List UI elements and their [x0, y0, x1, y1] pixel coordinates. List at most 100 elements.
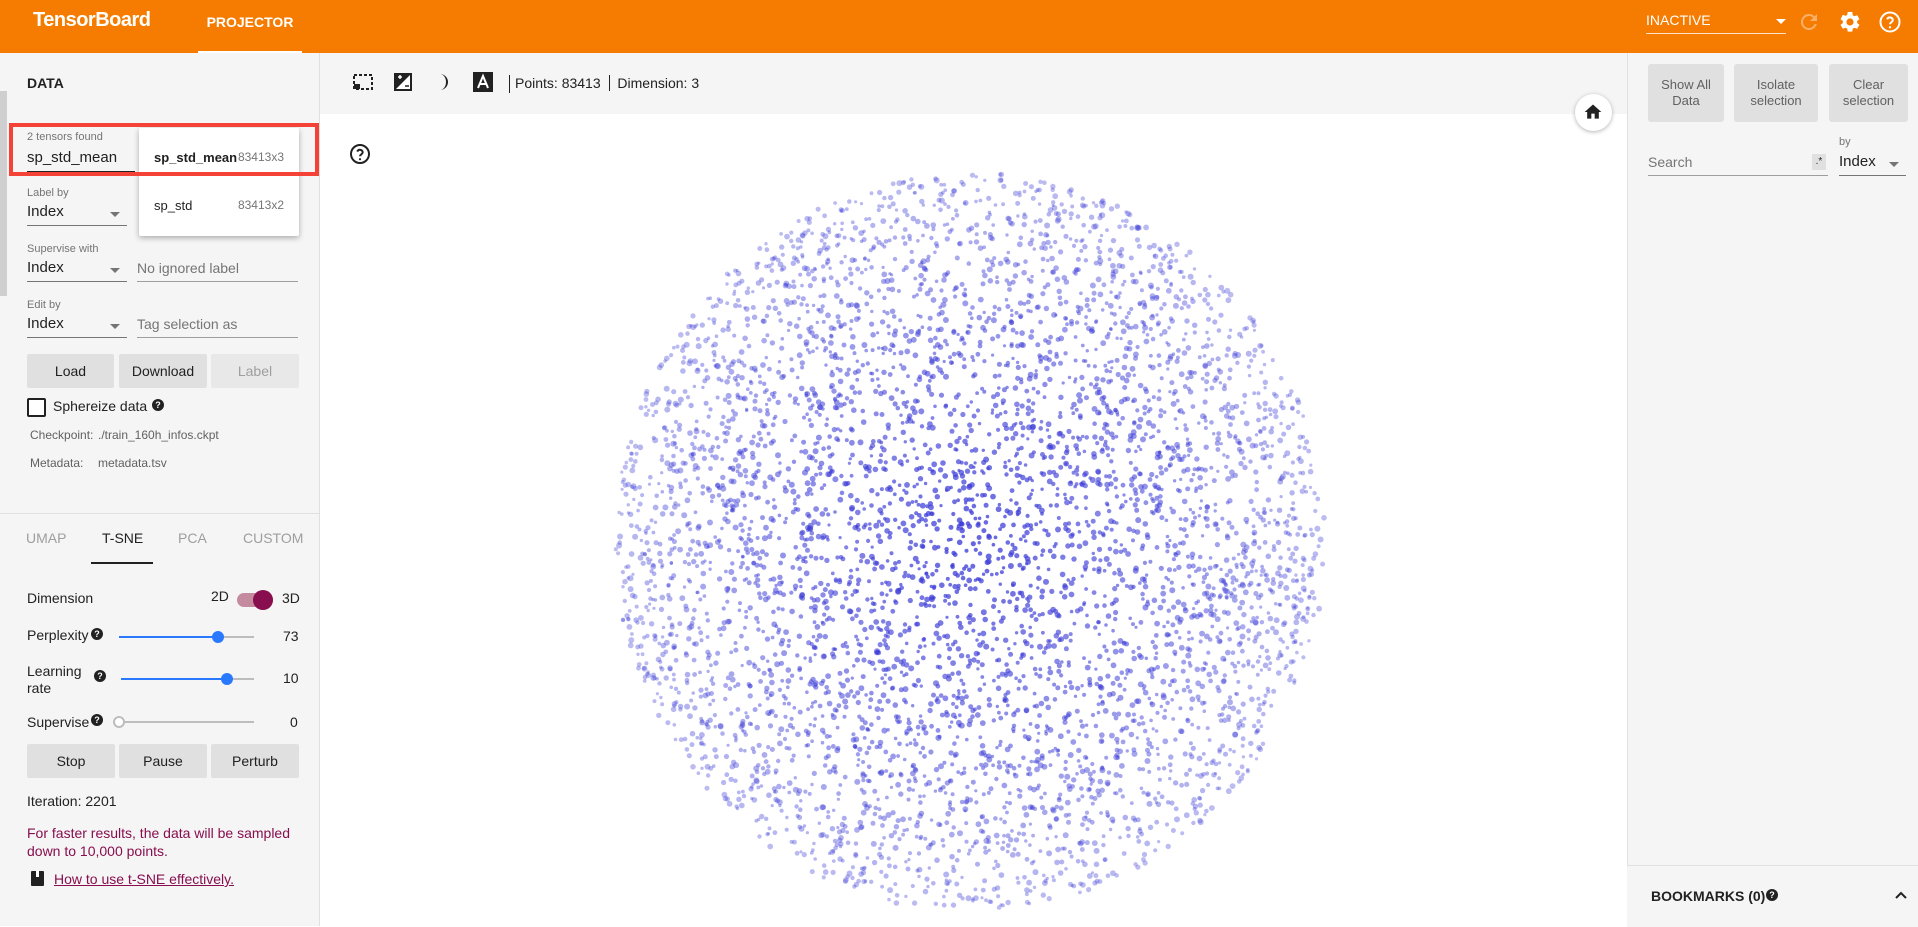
scatter-point — [970, 355, 975, 359]
label-by-select[interactable]: Index — [27, 201, 127, 226]
scatter-point — [637, 501, 643, 507]
scatter-point — [1185, 486, 1191, 492]
tsne-scatter-plot[interactable] — [320, 114, 1627, 926]
supervise-help-icon[interactable]: ? — [91, 714, 103, 726]
scatter-point — [754, 550, 760, 556]
perplexity-slider-knob[interactable] — [212, 631, 224, 643]
scatter-point — [1063, 684, 1068, 689]
scatter-point — [1100, 340, 1107, 347]
supervise-slider-knob[interactable] — [113, 716, 125, 728]
scatter-point — [1237, 552, 1241, 556]
settings-gear-icon[interactable] — [1838, 10, 1862, 34]
scatter-point — [712, 713, 717, 718]
scatter-point — [763, 759, 769, 764]
scatter-point — [1032, 555, 1038, 561]
supervise-slider-track[interactable] — [119, 721, 254, 723]
sphereize-help-icon[interactable]: ? — [152, 399, 164, 411]
ignored-label-input[interactable]: No ignored label — [137, 257, 298, 282]
label-icon[interactable] — [472, 71, 494, 93]
ignored-label-placeholder: No ignored label — [137, 260, 239, 276]
sphereize-checkbox[interactable] — [27, 398, 46, 417]
scatter-point — [1145, 420, 1152, 426]
select-icon[interactable] — [352, 71, 374, 93]
scatter-point — [919, 424, 925, 429]
scatter-point — [1007, 563, 1014, 569]
learning-rate-slider-knob[interactable] — [221, 673, 233, 685]
tab-projector[interactable]: PROJECTOR — [198, 0, 302, 53]
scatter-point — [1008, 319, 1014, 325]
scatter-point — [812, 604, 818, 610]
tab-custom[interactable]: CUSTOM — [243, 530, 303, 546]
scatter-point — [914, 621, 919, 627]
scatter-point — [771, 394, 776, 399]
scatter-point — [1165, 287, 1172, 294]
scatter-point — [1106, 814, 1110, 818]
tensor-option-sp-std[interactable]: sp_std 83413x2 — [154, 198, 284, 218]
scatter-point — [1295, 399, 1302, 406]
tab-tsne[interactable]: T-SNE — [102, 530, 143, 546]
load-button[interactable]: Load — [27, 354, 114, 388]
stop-button[interactable]: Stop — [27, 744, 115, 778]
scatter-point — [1209, 805, 1215, 811]
left-panel-scrollbar[interactable] — [0, 91, 7, 296]
scatter-point — [1227, 718, 1231, 722]
scatter-point — [1094, 667, 1098, 671]
scatter-point — [799, 360, 805, 366]
perplexity-help-icon[interactable]: ? — [91, 628, 103, 640]
scatter-point — [900, 389, 906, 395]
scatter-point — [904, 894, 908, 899]
tsne-help-link[interactable]: How to use t-SNE effectively. — [54, 871, 234, 887]
tab-pca[interactable]: PCA — [178, 530, 207, 546]
scatter-point — [769, 747, 775, 752]
scatter-point — [1131, 649, 1136, 655]
pause-button[interactable]: Pause — [119, 744, 207, 778]
scatter-point — [1181, 337, 1186, 342]
metadata-label: Metadata: — [30, 456, 84, 470]
run-status-select[interactable]: INACTIVE — [1646, 9, 1786, 34]
scatter-point — [740, 492, 747, 499]
scatter-point — [908, 851, 912, 856]
scatter-point — [849, 506, 855, 512]
scatter-point — [1094, 347, 1098, 352]
scatter-point — [1048, 763, 1053, 767]
scatter-point — [993, 203, 998, 207]
scatter-point — [1225, 649, 1231, 656]
scatter-point — [870, 222, 876, 228]
scatter-point — [629, 467, 636, 474]
scatter-point — [685, 395, 691, 400]
scatter-point — [1091, 551, 1095, 556]
scatter-point — [915, 560, 920, 565]
scatter-point — [1225, 610, 1231, 616]
scatter-point — [1061, 275, 1068, 281]
scatter-point — [757, 555, 763, 561]
dimension-toggle-knob[interactable] — [253, 590, 273, 610]
scatter-point — [772, 652, 778, 657]
tab-umap[interactable]: UMAP — [26, 530, 66, 546]
edit-by-select[interactable]: Index — [27, 313, 127, 338]
scatter-point — [875, 649, 880, 655]
supervise-with-select[interactable]: Index — [27, 257, 127, 282]
supervise-label: Supervise — [27, 714, 90, 730]
scatter-point — [923, 481, 928, 486]
scatter-point — [1262, 540, 1268, 545]
scatter-point — [1279, 495, 1283, 499]
scatter-point — [1109, 290, 1113, 294]
contrast-icon[interactable] — [432, 71, 454, 93]
scatter-point — [864, 693, 868, 697]
scatter-point — [838, 844, 843, 849]
scatter-point — [705, 773, 711, 778]
scatter-point — [1219, 567, 1223, 572]
learning-rate-help-icon[interactable]: ? — [94, 670, 106, 682]
refresh-icon[interactable] — [1797, 10, 1821, 34]
scatter-point — [1150, 264, 1156, 270]
night-mode-icon[interactable] — [392, 71, 414, 93]
scatter-point — [822, 869, 829, 875]
label-button[interactable]: Label — [211, 354, 299, 388]
brand-title[interactable]: TensorBoard — [33, 9, 151, 32]
download-button[interactable]: Download — [119, 354, 207, 388]
tag-selection-input[interactable]: Tag selection as — [137, 313, 298, 338]
help-icon[interactable] — [1878, 10, 1902, 34]
perturb-button[interactable]: Perturb — [211, 744, 299, 778]
scatter-point — [1172, 649, 1178, 655]
scatter-point — [956, 350, 962, 356]
